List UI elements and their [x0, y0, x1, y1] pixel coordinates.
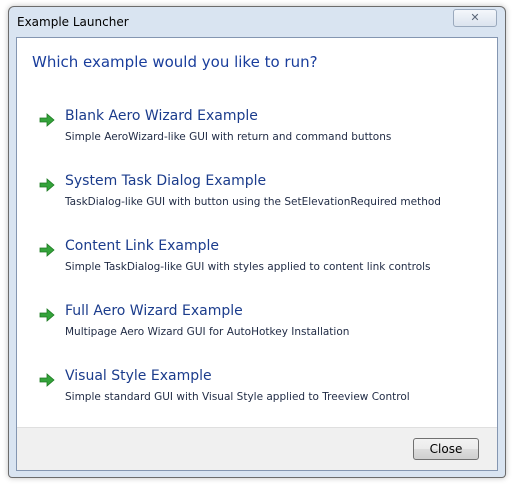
green-arrow-icon — [39, 113, 55, 127]
example-description: Multipage Aero Wizard GUI for AutoHotkey… — [65, 326, 350, 338]
dialog-window: Example Launcher ✕ Which example would y… — [8, 6, 506, 478]
example-title: Content Link Example — [65, 238, 219, 254]
content-area: Which example would you like to run? Bla… — [16, 37, 498, 471]
close-button[interactable]: Close — [413, 438, 479, 460]
example-description: Simple TaskDialog-like GUI with styles a… — [65, 261, 431, 273]
example-title: Blank Aero Wizard Example — [65, 108, 258, 124]
example-link-content-link[interactable]: Content Link Example Simple TaskDialog-l… — [39, 238, 479, 280]
example-link-full-aero-wizard[interactable]: Full Aero Wizard Example Multipage Aero … — [39, 303, 479, 345]
example-link-visual-style[interactable]: Visual Style Example Simple standard GUI… — [39, 368, 479, 410]
title-bar[interactable]: Example Launcher ✕ — [9, 7, 505, 35]
example-description: Simple standard GUI with Visual Style ap… — [65, 391, 410, 403]
green-arrow-icon — [39, 243, 55, 257]
example-title: System Task Dialog Example — [65, 173, 267, 189]
example-title: Visual Style Example — [65, 368, 212, 384]
button-bar: Close — [17, 427, 497, 470]
example-link-system-task-dialog[interactable]: System Task Dialog Example TaskDialog-li… — [39, 173, 479, 215]
window-title: Example Launcher — [17, 15, 129, 29]
page-title: Which example would you like to run? — [32, 53, 318, 71]
green-arrow-icon — [39, 373, 55, 387]
example-description: TaskDialog-like GUI with button using th… — [65, 196, 441, 208]
green-arrow-icon — [39, 308, 55, 322]
green-arrow-icon — [39, 178, 55, 192]
example-link-blank-aero-wizard[interactable]: Blank Aero Wizard Example Simple AeroWiz… — [39, 108, 479, 150]
example-description: Simple AeroWizard-like GUI with return a… — [65, 131, 392, 143]
close-icon: ✕ — [470, 11, 480, 24]
example-title: Full Aero Wizard Example — [65, 303, 243, 319]
window-close-button[interactable]: ✕ — [453, 9, 497, 27]
